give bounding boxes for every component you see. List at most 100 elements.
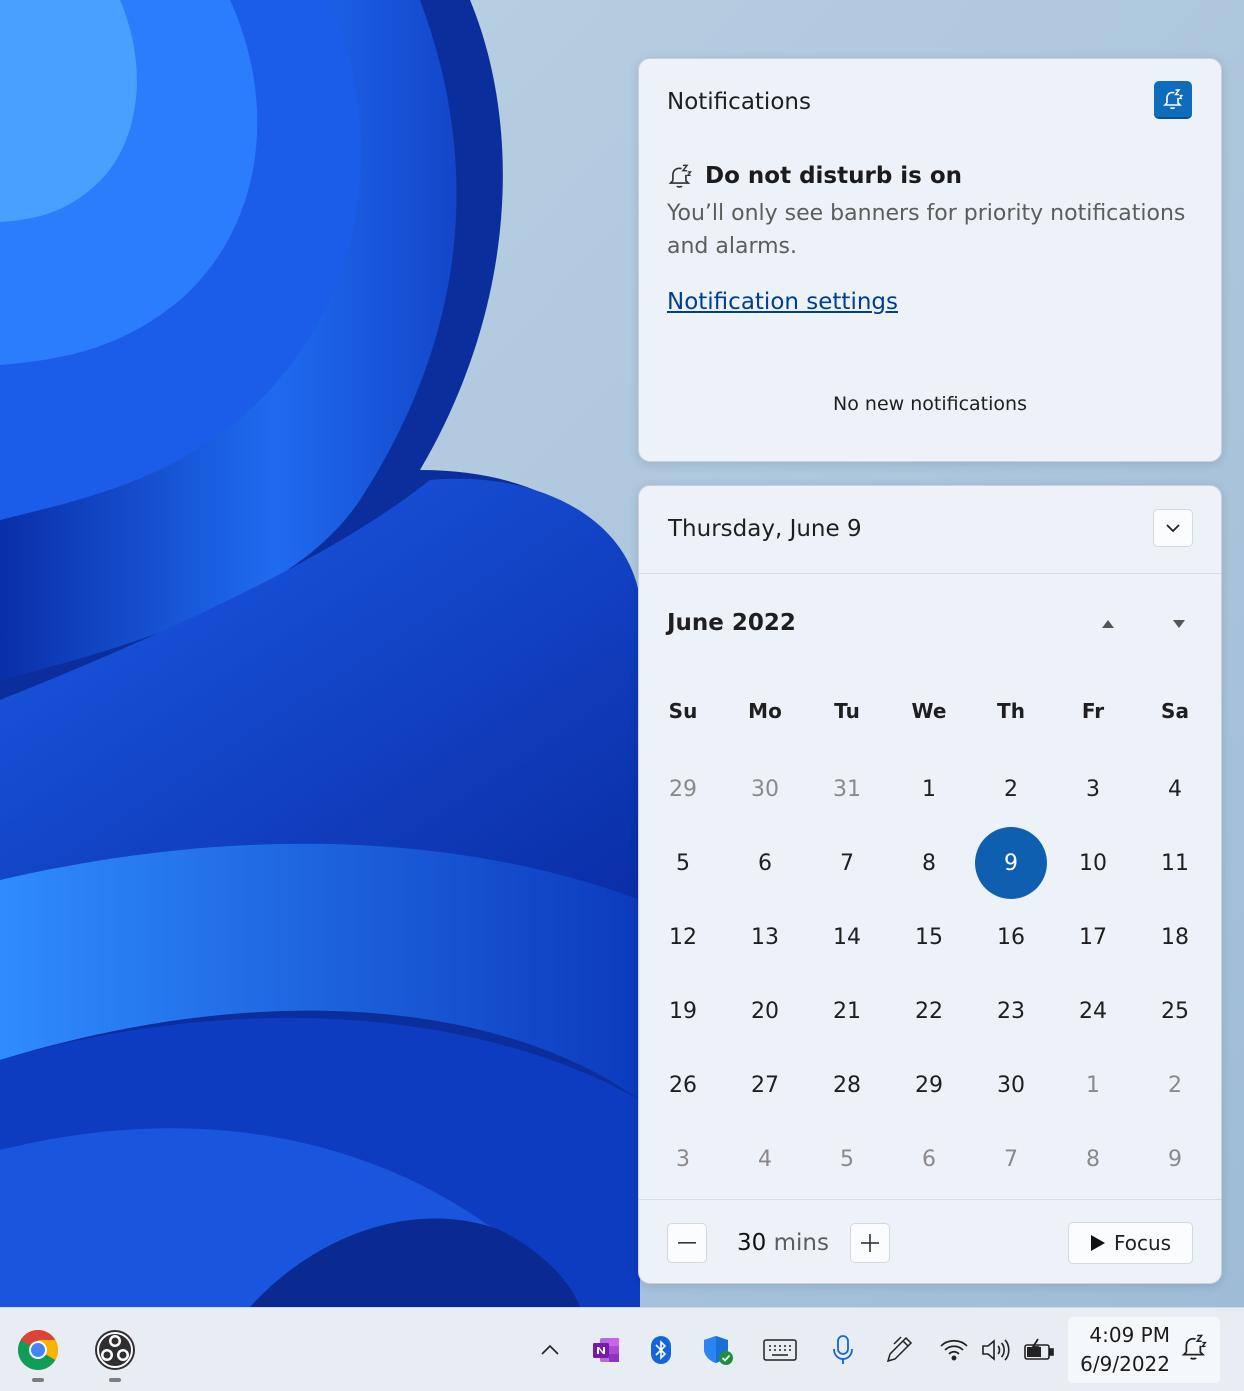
calendar-day-number: 4 (758, 1146, 772, 1172)
calendar-day-number: 13 (751, 924, 779, 950)
calendar-day[interactable]: 5 (642, 826, 724, 900)
calendar-day[interactable]: 11 (1134, 826, 1216, 900)
calendar-day-number: 14 (833, 924, 861, 950)
calendar-day[interactable]: 4 (724, 1122, 806, 1196)
calendar-day[interactable]: 9 (1134, 1122, 1216, 1196)
calendar-day[interactable]: 28 (806, 1048, 888, 1122)
calendar-day-number: 25 (1161, 998, 1189, 1024)
calendar-day[interactable]: 31 (806, 752, 888, 826)
snooze-bell-icon (1181, 1334, 1207, 1360)
calendar-day[interactable]: 29 (888, 1048, 970, 1122)
running-indicator (32, 1378, 44, 1382)
taskbar: 4:09 PM 6/9/2022 (0, 1307, 1244, 1391)
weekday-header-row: Su Mo Tu We Th Fr Sa (642, 699, 1220, 729)
calendar-day[interactable]: 3 (642, 1122, 724, 1196)
tray-bluetooth[interactable] (643, 1332, 679, 1368)
tray-windows-security[interactable] (700, 1332, 736, 1368)
calendar-day[interactable]: 7 (806, 826, 888, 900)
calendar-day[interactable]: 30 (970, 1048, 1052, 1122)
calendar-day[interactable]: 24 (1052, 974, 1134, 1048)
calendar-day[interactable]: 13 (724, 900, 806, 974)
next-month-button[interactable] (1168, 612, 1190, 636)
wifi-icon (940, 1339, 968, 1361)
decrease-focus-time-button[interactable] (667, 1223, 707, 1263)
tray-battery[interactable] (1021, 1332, 1057, 1368)
calendar-day-number: 5 (840, 1146, 854, 1172)
collapse-calendar-button[interactable] (1153, 509, 1193, 547)
calendar-day-number: 6 (922, 1146, 936, 1172)
tray-onenote[interactable] (588, 1332, 624, 1368)
calendar-panel: Thursday, June 9 June 2022 Su Mo Tu We Th Fr S… (638, 485, 1222, 1284)
tray-touch-keyboard[interactable] (762, 1332, 798, 1368)
start-focus-button[interactable]: Focus (1068, 1222, 1193, 1264)
chrome-icon (18, 1330, 58, 1370)
calendar-day[interactable]: 30 (724, 752, 806, 826)
clock-date: 6/9/2022 (1080, 1352, 1170, 1376)
calendar-day-number: 9 (1004, 850, 1018, 876)
calendar-day[interactable]: 27 (724, 1048, 806, 1122)
calendar-day[interactable]: 8 (1052, 1122, 1134, 1196)
calendar-day[interactable]: 2 (1134, 1048, 1216, 1122)
calendar-day[interactable]: 22 (888, 974, 970, 1048)
selected-date-label: Thursday, June 9 (668, 516, 862, 542)
calendar-day-number: 12 (669, 924, 697, 950)
calendar-day[interactable]: 4 (1134, 752, 1216, 826)
calendar-day[interactable]: 19 (642, 974, 724, 1048)
weekday-label: Su (668, 699, 698, 723)
taskbar-clock-button[interactable]: 4:09 PM 6/9/2022 (1068, 1317, 1220, 1383)
calendar-day-number: 1 (922, 776, 936, 802)
calendar-day[interactable]: 1 (888, 752, 970, 826)
notification-settings-link[interactable]: Notification settings (667, 289, 898, 315)
battery-charging-icon (1024, 1338, 1054, 1360)
calendar-day[interactable]: 18 (1134, 900, 1216, 974)
calendar-day[interactable]: 21 (806, 974, 888, 1048)
show-hidden-icons-button[interactable] (532, 1332, 568, 1368)
do-not-disturb-toggle[interactable] (1154, 81, 1192, 119)
calendar-day-today[interactable]: 9 (970, 826, 1052, 900)
calendar-day[interactable]: 17 (1052, 900, 1134, 974)
calendar-day-number: 4 (1168, 776, 1182, 802)
calendar-day[interactable]: 20 (724, 974, 806, 1048)
calendar-day[interactable]: 23 (970, 974, 1052, 1048)
tray-volume[interactable] (978, 1332, 1014, 1368)
calendar-day[interactable]: 1 (1052, 1048, 1134, 1122)
calendar-day[interactable]: 12 (642, 900, 724, 974)
tray-wifi[interactable] (936, 1332, 972, 1368)
focus-button-label: Focus (1113, 1231, 1172, 1255)
calendar-day-number: 3 (1086, 776, 1100, 802)
calendar-day[interactable]: 26 (642, 1048, 724, 1122)
calendar-day[interactable]: 6 (724, 826, 806, 900)
calendar-day[interactable]: 3 (1052, 752, 1134, 826)
calendar-day-number: 31 (833, 776, 861, 802)
tray-microphone[interactable] (825, 1332, 861, 1368)
taskbar-app-obs[interactable] (93, 1328, 137, 1382)
taskbar-app-chrome[interactable] (16, 1328, 60, 1382)
obs-studio-icon (95, 1330, 135, 1370)
calendar-day[interactable]: 7 (970, 1122, 1052, 1196)
calendar-day-number: 20 (751, 998, 779, 1024)
calendar-day-number: 2 (1168, 1072, 1182, 1098)
empty-notifications-message: No new notifications (833, 393, 1027, 415)
calendar-day-number: 29 (669, 776, 697, 802)
windows-security-icon (704, 1336, 733, 1365)
calendar-day[interactable]: 8 (888, 826, 970, 900)
calendar-day-number: 26 (669, 1072, 697, 1098)
calendar-day-number: 22 (915, 998, 943, 1024)
calendar-day-number: 29 (915, 1072, 943, 1098)
calendar-day[interactable]: 10 (1052, 826, 1134, 900)
calendar-day[interactable]: 6 (888, 1122, 970, 1196)
calendar-day-number: 1 (1086, 1072, 1100, 1098)
increase-focus-time-button[interactable] (850, 1223, 890, 1263)
calendar-day[interactable]: 15 (888, 900, 970, 974)
calendar-day[interactable]: 25 (1134, 974, 1216, 1048)
previous-month-button[interactable] (1097, 612, 1119, 636)
calendar-day[interactable]: 29 (642, 752, 724, 826)
calendar-day[interactable]: 5 (806, 1122, 888, 1196)
plus-icon (861, 1234, 879, 1252)
calendar-day[interactable]: 16 (970, 900, 1052, 974)
tray-pen-menu[interactable] (881, 1332, 917, 1368)
calendar-day-number: 8 (922, 850, 936, 876)
triangle-up-icon (1102, 620, 1114, 628)
calendar-day[interactable]: 14 (806, 900, 888, 974)
calendar-day[interactable]: 2 (970, 752, 1052, 826)
